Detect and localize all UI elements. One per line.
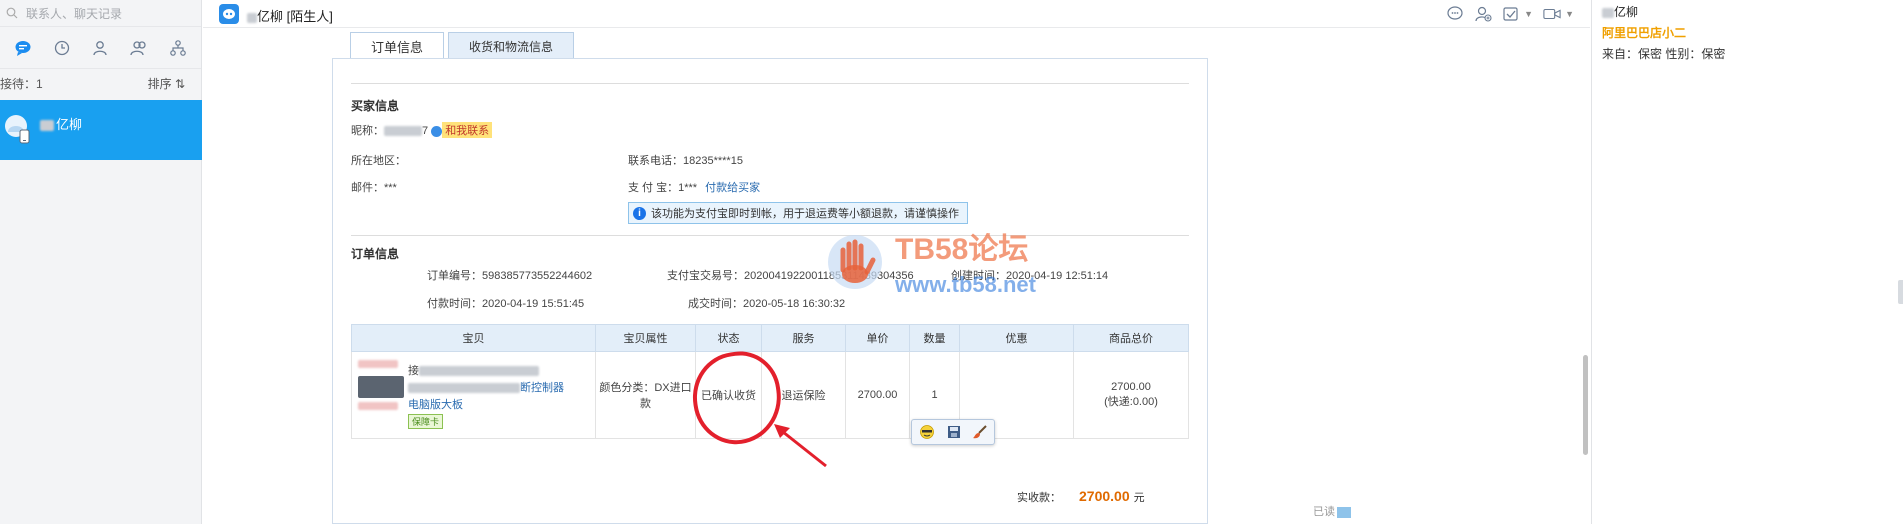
video-button[interactable] [1543,5,1561,23]
search-input[interactable]: 联系人、聊天记录 [26,5,122,22]
search-box[interactable]: 联系人、聊天记录 [0,0,201,27]
alipay-trade-row: 支付宝交易号：2020041922001185311439304356 [667,270,914,282]
chat-toolbar: ▼ ▼ [1446,5,1574,23]
total-cell: 2700.00 (快递:0.00) [1073,351,1189,439]
tab-contacts[interactable] [88,36,112,60]
product-title-line3[interactable]: 电脑版大板 [408,396,463,412]
region-label: 所在地区： [351,155,406,167]
order-section-title: 订单信息 [351,247,400,261]
org-icon [169,39,186,56]
order-tabs: 订单信息 收货和物流信息 [350,32,575,60]
app-logo-icon [219,4,239,24]
chevron-down-icon[interactable]: ▼ [1524,9,1533,19]
tab-chats[interactable] [11,36,35,60]
buyer-origin: 来自：保密 性别：保密 [1602,47,1726,61]
chat-bubble-icon [15,40,31,56]
quick-reply-button[interactable] [1446,5,1464,23]
divider [351,83,1189,84]
order-no: 598385773552244602 [482,270,593,282]
attr-cell: 颜色分类：DX进口款 [595,351,696,439]
tab-recent[interactable] [50,36,74,60]
app-window: 联系人、聊天记录 接待：1 排序 ⇅ 亿柳 亿柳 [陌生人] ▼ ▼ 订单信息 … [0,0,1903,524]
group-icon [130,40,146,55]
read-status: 已读 [1313,503,1351,519]
chat-scrollbar[interactable] [1583,30,1588,524]
red-arrow-annotation [774,424,827,468]
paid-time-row: 付款时间：2020-04-19 15:51:45 [427,298,585,310]
col-attr: 宝贝属性 [595,324,696,352]
chat-title: 亿柳 [陌生人] [247,6,333,25]
tab-order-info[interactable]: 订单信息 [350,32,445,60]
divider [351,235,1189,236]
info-icon: i [633,206,646,220]
save-icon[interactable] [947,425,961,439]
add-user-button[interactable] [1474,5,1492,23]
buyer-name: 亿柳 [1602,3,1638,20]
phone-value: 18235****15 [683,155,743,167]
alipay-row: 支 付 宝：1*** 付款给买家 [628,182,761,194]
emoji-icon [1447,6,1463,20]
unit-price-cell: 2700.00 [845,351,910,439]
tab-organization[interactable] [166,36,190,60]
product-cell: 接 断控制器 电脑版大板 保障卡 [351,351,596,439]
col-item: 宝贝 [351,324,596,352]
order-no-row: 订单编号：598385773552244602 [427,270,593,282]
refund-notice: i 该功能为支付宝即时到帐，用于退运费等小额退款，请谨慎操作 [628,202,968,224]
created-row: 创建时间：2020-04-19 12:51:14 [951,270,1109,282]
floating-toolbar [911,419,995,445]
email-row: 邮件：*** [351,182,397,194]
col-status: 状态 [695,324,762,352]
avatar-icon [5,115,30,144]
left-tab-bar [0,27,201,69]
deal-time-row: 成交时间：2020-05-18 16:30:32 [688,298,846,310]
amount-received: 实收款： 2700.00 元 [1017,488,1145,504]
pay-buyer-link[interactable]: 付款给买家 [705,182,760,194]
task-icon [1503,7,1518,21]
contact-name: 亿柳 [40,114,82,133]
side-collapse-handle[interactable] [1898,280,1903,304]
chevron-down-icon[interactable]: ▼ [1565,9,1574,19]
task-button[interactable] [1502,5,1520,23]
chat-header: 亿柳 [陌生人] ▼ ▼ [203,0,1590,28]
guarantee-badge: 保障卡 [408,414,444,429]
search-icon [6,7,18,19]
col-service: 服务 [761,324,846,352]
contact-me-tag[interactable]: 和我联系 [442,122,493,138]
product-title-line2[interactable]: 断控制器 [408,379,564,395]
product-title-line1[interactable]: 接 [408,362,539,378]
nickname-row: 昵称： 7 和我联系 [351,122,493,138]
add-user-icon [1475,6,1492,22]
col-total: 商品总价 [1073,324,1189,352]
person-icon [93,40,108,55]
tab-groups[interactable] [127,36,151,60]
receiving-count: 接待：1 [0,77,43,91]
buyer-section-title: 买家信息 [351,99,400,113]
col-quantity: 数量 [909,324,960,352]
alipay-trade-no: 2020041922001185311439304356 [744,270,914,282]
tab-shipping-info[interactable]: 收货和物流信息 [448,32,575,59]
shop-name[interactable]: 阿里巴巴店小二 [1602,24,1686,41]
sort-button[interactable]: 排序 ⇅ [148,75,185,92]
receiving-bar: 接待：1 排序 ⇅ [0,69,201,98]
contact-item[interactable]: 亿柳 [0,100,202,160]
clock-icon [54,40,70,55]
col-discount: 优惠 [959,324,1074,352]
product-thumbnail[interactable] [358,376,404,398]
contact-panel: 联系人、聊天记录 接待：1 排序 ⇅ 亿柳 [0,0,202,524]
emoji-icon[interactable] [918,424,936,440]
col-unit-price: 单价 [845,324,910,352]
scrollbar-thumb[interactable] [1583,355,1588,455]
phone-row: 联系电话：18235****15 [628,155,743,167]
buyer-info-panel: 亿柳 阿里巴巴店小二 来自：保密 性别：保密 [1591,0,1903,524]
table-header-row: 宝贝 宝贝属性 状态 服务 单价 数量 优惠 商品总价 [351,324,1189,352]
video-icon [1543,8,1561,20]
chat-tag: [陌生人] [286,9,333,24]
amount-value: 2700.00 [1079,488,1130,504]
brush-icon[interactable] [972,424,988,440]
